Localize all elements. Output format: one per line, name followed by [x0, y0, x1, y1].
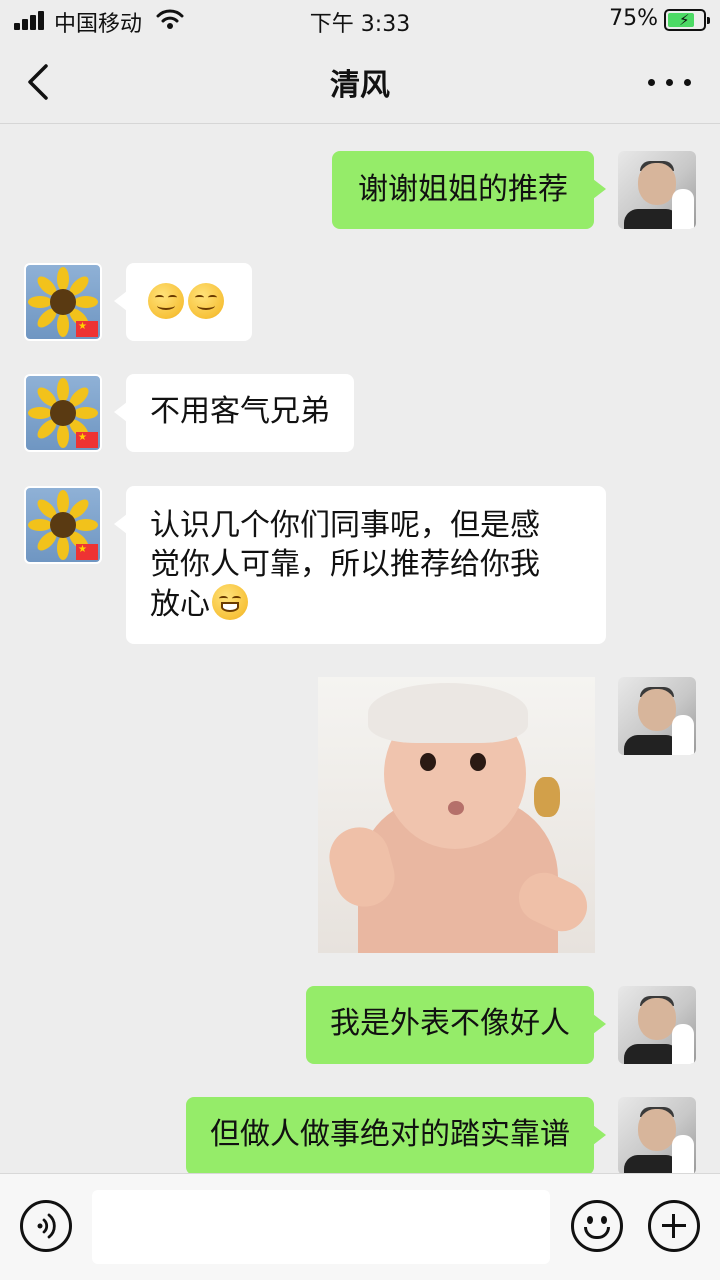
plus-icon[interactable] — [648, 1200, 700, 1252]
contact-avatar[interactable]: ★ — [24, 374, 102, 452]
battery-percent: 75% — [609, 6, 658, 31]
message-text: 我是外表不像好人 — [330, 1006, 570, 1041]
message-input[interactable] — [92, 1190, 550, 1264]
message-bubble[interactable]: 谢谢姐姐的推荐 — [332, 151, 606, 229]
more-dots-icon[interactable] — [644, 68, 696, 96]
input-bar — [0, 1173, 720, 1280]
message-text-line: 放心 — [150, 587, 210, 622]
message-bubble[interactable] — [114, 263, 252, 341]
message-text-line: 认识几个你们同事呢，但是感 — [150, 508, 540, 543]
my-avatar[interactable] — [618, 986, 696, 1064]
message-list[interactable]: 谢谢姐姐的推荐 ★ ★ 不用客气兄弟 ★ 认识几个你们同事呢，但是感 觉你人可靠… — [0, 125, 720, 1173]
chat-title: 清风 — [330, 68, 390, 103]
my-avatar[interactable] — [618, 1097, 696, 1173]
baby-photo[interactable] — [318, 677, 595, 953]
grinning-face-icon — [212, 584, 248, 620]
message-text-line: 觉你人可靠，所以推荐给你我 — [150, 547, 540, 582]
contact-avatar[interactable]: ★ — [24, 263, 102, 341]
battery-icon: ⚡ — [664, 9, 710, 31]
message-text: 谢谢姐姐的推荐 — [358, 172, 568, 207]
status-bar: 中国移动 下午 3:33 75% ⚡ — [0, 0, 720, 40]
message-bubble[interactable]: 我是外表不像好人 — [306, 986, 606, 1064]
contact-avatar[interactable]: ★ — [24, 486, 102, 564]
my-avatar[interactable] — [618, 151, 696, 229]
my-avatar[interactable] — [618, 677, 696, 755]
emoji-icon[interactable] — [571, 1200, 623, 1252]
china-flag-icon: ★ — [76, 321, 98, 337]
china-flag-icon: ★ — [76, 544, 98, 560]
smiling-face-icon — [188, 283, 224, 319]
message-bubble[interactable]: 认识几个你们同事呢，但是感 觉你人可靠，所以推荐给你我 放心 — [114, 486, 606, 644]
china-flag-icon: ★ — [76, 432, 98, 448]
voice-icon[interactable] — [20, 1200, 72, 1252]
chat-header: 清风 — [0, 40, 720, 124]
message-text: 不用客气兄弟 — [150, 394, 330, 429]
message-bubble[interactable]: 不用客气兄弟 — [114, 374, 354, 452]
message-text: 但做人做事绝对的踏实靠谱 — [210, 1117, 570, 1152]
smiling-face-icon — [148, 283, 184, 319]
message-bubble[interactable]: 但做人做事绝对的踏实靠谱 — [186, 1097, 606, 1173]
